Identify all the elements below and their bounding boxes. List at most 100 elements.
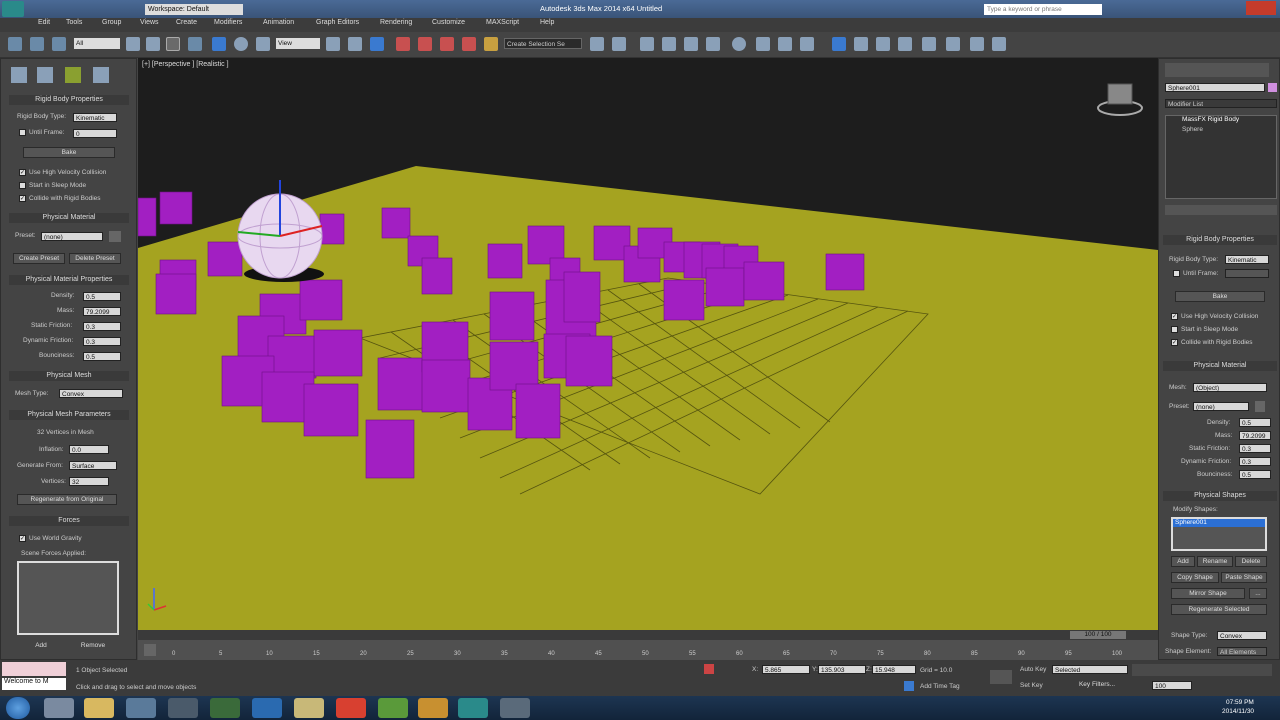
rb-rollout-right[interactable]: Rigid Body Properties	[1163, 235, 1277, 245]
shape-element-dropdown[interactable]: All Elements	[1217, 647, 1267, 656]
high-velocity-checkbox[interactable]: ✓	[19, 169, 26, 176]
bake-button-right[interactable]: Bake	[1175, 291, 1265, 302]
bounce-field-right[interactable]: 0.5	[1239, 470, 1271, 479]
until-frame-checkbox[interactable]	[19, 129, 26, 136]
taskbar-app-3-icon[interactable]	[126, 698, 156, 718]
create-preset-button[interactable]: Create Preset	[13, 253, 65, 264]
graphite-toolbar-icon[interactable]	[662, 37, 676, 51]
spinner-snap-icon[interactable]	[462, 37, 476, 51]
manipulate-icon[interactable]	[348, 37, 362, 51]
paste-shape-button[interactable]: Paste Shape	[1221, 572, 1267, 583]
constraint-icon[interactable]	[898, 37, 912, 51]
menu-group[interactable]: Group	[102, 19, 121, 26]
media-player-icon[interactable]	[210, 698, 240, 718]
add-time-tag[interactable]: Add Time Tag	[920, 683, 960, 690]
physical-material-rollout[interactable]: Physical Material	[9, 213, 129, 223]
render-setup-icon[interactable]	[756, 37, 770, 51]
workspace-dropdown[interactable]: Workspace: Default	[145, 4, 243, 15]
menu-graph-editors[interactable]: Graph Editors	[316, 19, 359, 26]
menu-rendering[interactable]: Rendering	[380, 19, 412, 26]
playback-controls[interactable]	[1132, 664, 1272, 676]
schematic-view-icon[interactable]	[706, 37, 720, 51]
scene-forces-list[interactable]	[17, 561, 119, 635]
preset-dropdown-right[interactable]: (none)	[1193, 402, 1249, 411]
viewcube-icon[interactable]	[1097, 83, 1143, 116]
mirror-options-button[interactable]: ...	[1249, 588, 1267, 599]
link-icon[interactable]	[8, 37, 22, 51]
stack-item-massfx[interactable]: MassFX Rigid Body	[1166, 116, 1276, 126]
selection-filter-dropdown[interactable]: All	[74, 38, 120, 49]
modify-tab-icon[interactable]	[37, 67, 53, 83]
search-input[interactable]: Type a keyword or phrase	[984, 4, 1102, 15]
cloth-icon[interactable]	[876, 37, 890, 51]
clock-time[interactable]: 07:59 PM	[1226, 699, 1254, 706]
add-force-button[interactable]: Add	[17, 641, 65, 652]
dynamic-friction-field[interactable]: 0.3	[83, 337, 121, 346]
shapes-list[interactable]: Sphere001	[1171, 517, 1267, 551]
taskbar-app-12-icon[interactable]	[500, 698, 530, 718]
close-button[interactable]	[1246, 1, 1276, 15]
density-field[interactable]: 0.5	[83, 292, 121, 301]
y-coordinate-field[interactable]: 135.903	[818, 665, 866, 674]
time-tag-icon[interactable]	[904, 681, 914, 691]
pm-rollout-right[interactable]: Physical Material	[1163, 361, 1277, 371]
until-frame-checkbox-right[interactable]	[1173, 270, 1180, 277]
named-selection-dropdown[interactable]: Create Selection Se	[504, 38, 582, 49]
inflation-field[interactable]: 0.0	[69, 445, 109, 454]
rb-type-dropdown-right[interactable]: Kinematic	[1225, 255, 1269, 264]
dynamic-field-right[interactable]: 0.3	[1239, 457, 1271, 466]
taskbar-app-1-icon[interactable]	[44, 698, 74, 718]
shape-type-dropdown[interactable]: Convex	[1217, 631, 1267, 640]
rotate-icon[interactable]	[234, 37, 248, 51]
bounciness-field[interactable]: 0.5	[83, 352, 121, 361]
maxscript-mini-listener[interactable]: Welcome to M	[2, 678, 66, 690]
set-key-icon[interactable]	[990, 670, 1012, 684]
pivot-icon[interactable]	[326, 37, 340, 51]
3ds-max-icon[interactable]	[458, 698, 488, 718]
mass-field-right[interactable]: 79.2099	[1239, 431, 1271, 440]
rect-select-icon[interactable]	[166, 37, 180, 51]
sleep-checkbox-right[interactable]	[1171, 326, 1178, 333]
world-gravity-checkbox[interactable]: ✓	[19, 535, 26, 542]
regenerate-selected-button[interactable]: Regenerate Selected	[1171, 604, 1267, 615]
mesh-type-dropdown[interactable]: Convex	[59, 389, 123, 398]
pm-properties-rollout[interactable]: Physical Material Properties	[9, 275, 129, 285]
current-frame-field[interactable]: 100	[1152, 681, 1192, 690]
motion-tab-icon[interactable]	[93, 67, 109, 83]
mass-field[interactable]: 79.2099	[83, 307, 121, 316]
material-editor-icon[interactable]	[732, 37, 746, 51]
modifier-stack[interactable]: MassFX Rigid Body Sphere	[1165, 115, 1277, 199]
static-field-right[interactable]: 0.3	[1239, 444, 1271, 453]
delete-shape-button[interactable]: Delete	[1235, 556, 1267, 567]
explorer-icon[interactable]	[84, 698, 114, 718]
rename-shape-button[interactable]: Rename	[1197, 556, 1233, 567]
massfx-select-icon[interactable]	[832, 37, 846, 51]
select-by-name-icon[interactable]	[146, 37, 160, 51]
taskbar-app-9-icon[interactable]	[378, 698, 408, 718]
create-tab-icon[interactable]	[11, 67, 27, 83]
menu-create[interactable]: Create	[176, 19, 197, 26]
high-velocity-checkbox-right[interactable]: ✓	[1171, 313, 1178, 320]
maxscript-listener[interactable]	[2, 662, 66, 676]
rigid-body-rollout[interactable]: Rigid Body Properties	[9, 95, 129, 105]
pm-params-rollout[interactable]: Physical Mesh Parameters	[9, 410, 129, 420]
rigid-body-type-dropdown[interactable]: Kinematic	[73, 113, 117, 122]
modifier-list-dropdown[interactable]: Modifier List	[1165, 99, 1277, 108]
menu-edit[interactable]: Edit	[38, 19, 50, 26]
time-slider-thumb[interactable]: 100 / 100	[1070, 631, 1126, 639]
step-simulation-icon[interactable]	[992, 37, 1006, 51]
mini-curve-editor-icon[interactable]	[144, 644, 156, 656]
object-name-field[interactable]: Sphere001	[1165, 83, 1265, 92]
eyedropper-right-icon[interactable]	[1255, 401, 1265, 412]
z-coordinate-field[interactable]: 15.948	[872, 665, 916, 674]
delete-preset-button[interactable]: Delete Preset	[69, 253, 121, 264]
taskbar-app-7-icon[interactable]	[294, 698, 324, 718]
collide-checkbox-right[interactable]: ✓	[1171, 339, 1178, 346]
physical-shapes-rollout[interactable]: Physical Shapes	[1163, 491, 1277, 501]
until-frame-field[interactable]: 0	[73, 129, 117, 138]
auto-key-selection[interactable]: Selected	[1052, 665, 1128, 674]
menu-customize[interactable]: Customize	[432, 19, 465, 26]
until-frame-field-right[interactable]	[1225, 269, 1269, 278]
vertices-field[interactable]: 32	[69, 477, 109, 486]
bake-button[interactable]: Bake	[23, 147, 115, 158]
